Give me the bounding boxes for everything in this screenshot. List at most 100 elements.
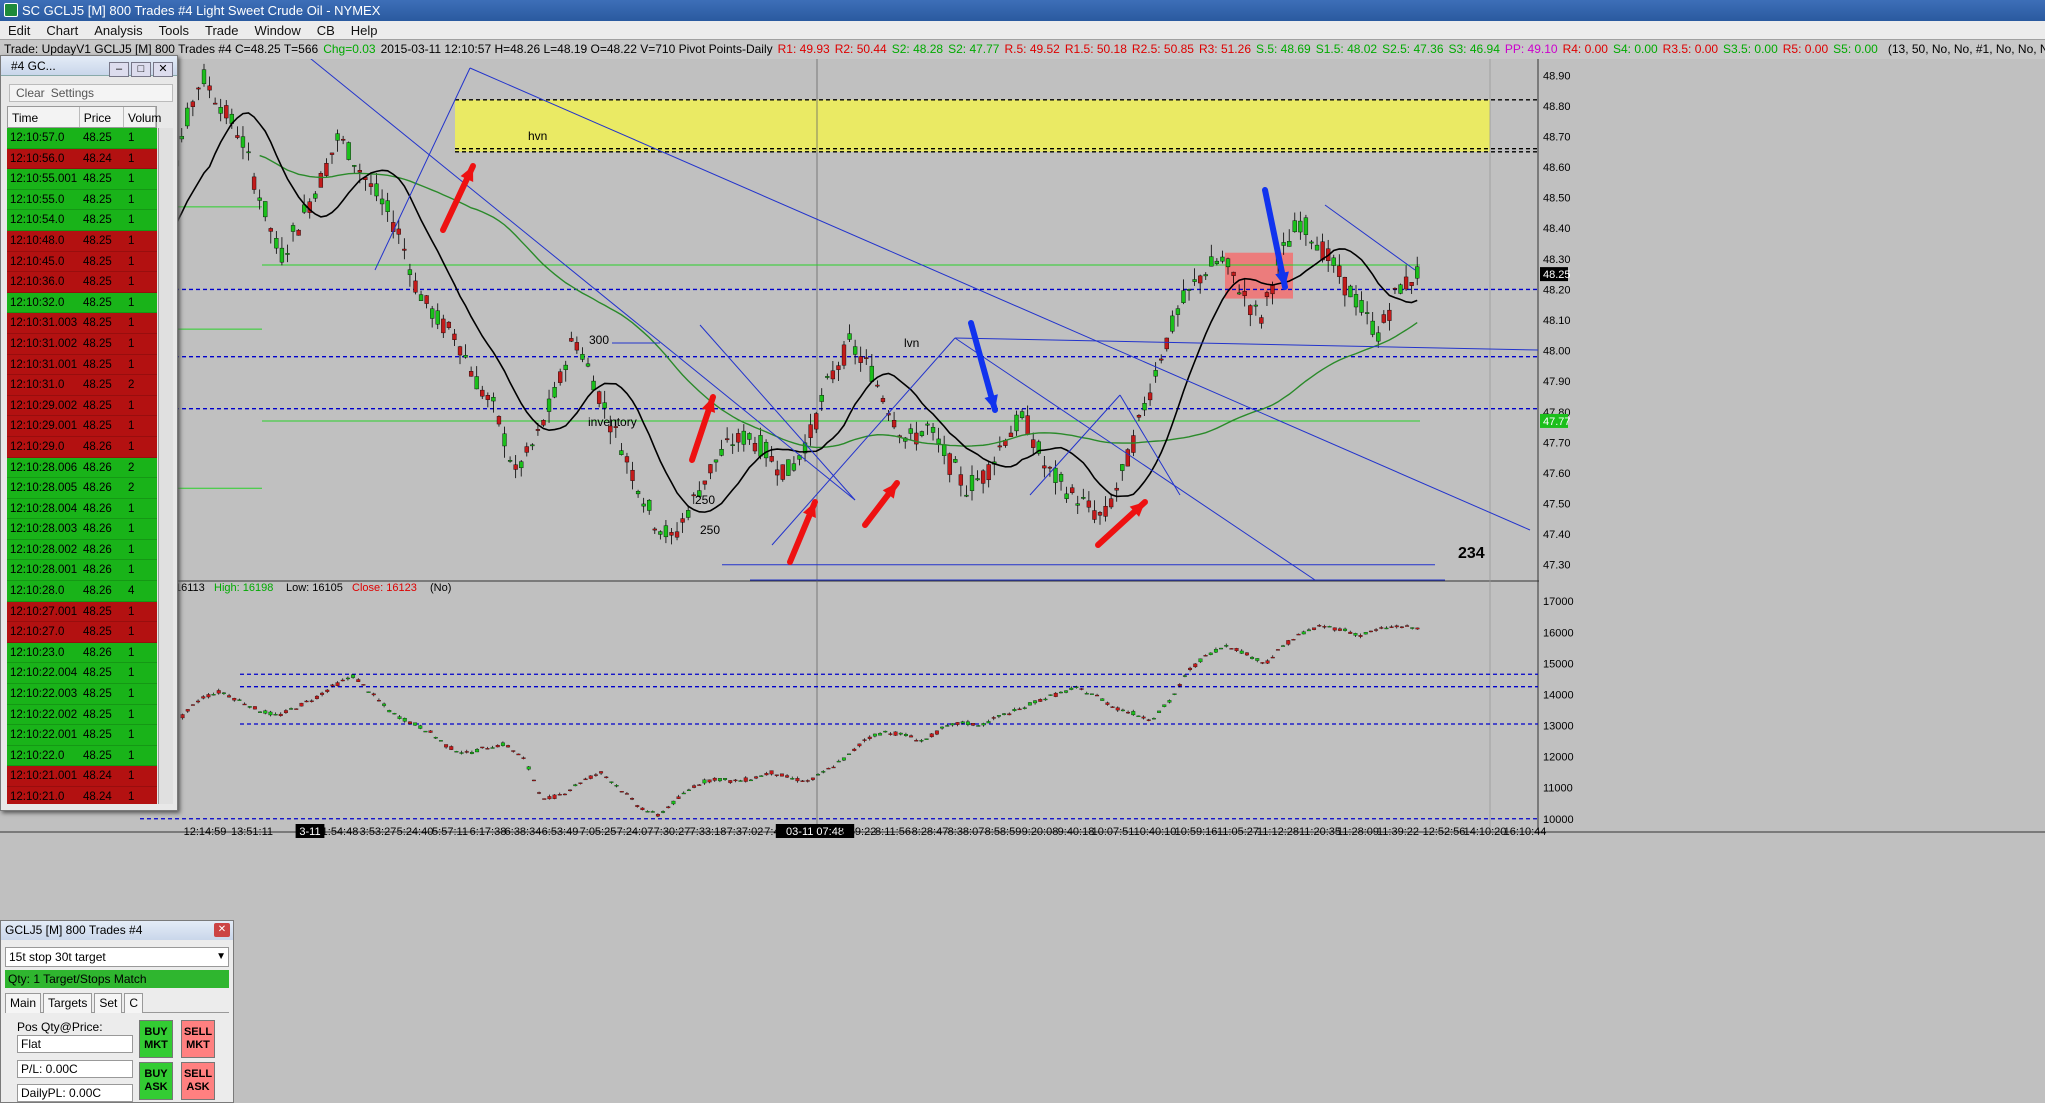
table-row[interactable]: 12:10:28.004 48.26 1 bbox=[7, 498, 157, 520]
table-row[interactable]: 12:10:27.001 48.25 1 bbox=[7, 601, 157, 623]
candle-body bbox=[1108, 498, 1114, 508]
table-row[interactable]: 12:10:45.0 48.25 1 bbox=[7, 251, 157, 273]
lower-candle-body bbox=[867, 736, 872, 739]
settings-button[interactable]: Settings bbox=[51, 86, 94, 100]
menu-chart[interactable]: Chart bbox=[38, 21, 86, 40]
trade-window-titlebar[interactable]: GCLJ5 [M] 800 Trades #4 ✕ bbox=[1, 921, 233, 940]
table-row[interactable]: 12:10:56.0 48.24 1 bbox=[7, 148, 157, 170]
cell-price: 48.25 bbox=[83, 337, 112, 350]
table-row[interactable]: 12:10:22.001 48.25 1 bbox=[7, 725, 157, 746]
lower-candle-body bbox=[1157, 710, 1162, 713]
column-time[interactable]: Time bbox=[8, 107, 80, 127]
lower-candle-body bbox=[1379, 627, 1384, 629]
table-row[interactable]: 12:10:22.003 48.25 1 bbox=[7, 684, 157, 705]
candle-body bbox=[379, 198, 385, 205]
candle-body bbox=[524, 446, 529, 453]
table-row[interactable]: 12:10:31.003 48.25 1 bbox=[7, 313, 157, 334]
buy-market-button[interactable]: BUY MKT bbox=[139, 1020, 173, 1058]
table-row[interactable]: 12:10:28.006 48.26 2 bbox=[7, 457, 157, 479]
trade-window[interactable]: GCLJ5 [M] 800 Trades #4 ✕ 15t stop 30t t… bbox=[0, 920, 234, 1103]
candle-body bbox=[964, 494, 969, 497]
candle-body bbox=[1331, 257, 1336, 266]
table-row[interactable]: 12:10:55.0 48.25 1 bbox=[7, 189, 157, 211]
cell-volume: 1 bbox=[128, 234, 135, 247]
table-row[interactable]: 12:10:31.001 48.25 1 bbox=[7, 354, 157, 376]
cell-price: 48.25 bbox=[83, 667, 112, 680]
table-row[interactable]: 12:10:21.001 48.24 1 bbox=[7, 766, 157, 787]
table-row[interactable]: 12:10:29.001 48.25 1 bbox=[7, 416, 157, 437]
menu-analysis[interactable]: Analysis bbox=[86, 21, 150, 40]
sell-ask-button[interactable]: SELL ASK bbox=[181, 1062, 215, 1100]
table-row[interactable]: 12:10:31.002 48.25 1 bbox=[7, 333, 157, 355]
table-row[interactable]: 12:10:36.0 48.25 1 bbox=[7, 272, 157, 293]
candle-body bbox=[558, 371, 563, 383]
lower-tick-label: 10000 bbox=[1543, 814, 1574, 826]
lower-candle-body bbox=[723, 778, 728, 780]
time-sales-titlebar[interactable]: #4 GC... – □ ✕ bbox=[1, 56, 177, 77]
candle-body bbox=[1292, 220, 1297, 233]
sell-market-button[interactable]: SELL MKT bbox=[181, 1020, 215, 1058]
menu-edit[interactable]: Edit bbox=[0, 21, 38, 40]
cell-time: 12:10:56.0 bbox=[10, 152, 65, 165]
maximize-icon[interactable]: □ bbox=[131, 62, 151, 77]
table-row[interactable]: 12:10:28.0 48.26 4 bbox=[7, 581, 157, 602]
table-row[interactable]: 12:10:54.0 48.25 1 bbox=[7, 210, 157, 231]
table-row[interactable]: 12:10:28.002 48.26 1 bbox=[7, 539, 157, 561]
minimize-icon[interactable]: – bbox=[109, 62, 129, 77]
table-row[interactable]: 12:10:22.002 48.25 1 bbox=[7, 704, 157, 726]
chevron-down-icon[interactable]: ▼ bbox=[216, 948, 226, 966]
close-icon[interactable]: ✕ bbox=[214, 923, 230, 937]
tab-main[interactable]: Main bbox=[5, 993, 42, 1013]
tab-c[interactable]: C bbox=[124, 993, 144, 1013]
table-row[interactable]: 12:10:27.0 48.25 1 bbox=[7, 622, 157, 643]
lower-candle-body bbox=[1327, 626, 1332, 628]
table-row[interactable]: 12:10:32.0 48.25 1 bbox=[7, 292, 157, 314]
candle-body bbox=[1120, 464, 1125, 471]
table-row[interactable]: 12:10:29.002 48.25 1 bbox=[7, 395, 157, 417]
table-row[interactable]: 12:10:31.0 48.25 2 bbox=[7, 375, 157, 396]
table-row[interactable]: 12:10:22.004 48.25 1 bbox=[7, 663, 157, 685]
lower-candle-body bbox=[1069, 687, 1074, 690]
candle-body bbox=[674, 531, 680, 538]
candle-body bbox=[975, 478, 980, 481]
scrollbar[interactable] bbox=[158, 128, 173, 804]
table-row[interactable]: 12:10:22.0 48.25 1 bbox=[7, 745, 157, 767]
candle-body bbox=[385, 200, 390, 212]
cell-price: 48.24 bbox=[83, 791, 112, 803]
menu-window[interactable]: Window bbox=[246, 21, 308, 40]
candle-body bbox=[274, 238, 279, 249]
menu-trade[interactable]: Trade bbox=[197, 21, 246, 40]
clear-button[interactable]: Clear bbox=[16, 86, 45, 100]
table-row[interactable]: 12:10:21.0 48.24 1 bbox=[7, 787, 157, 804]
buy-ask-button[interactable]: BUY ASK bbox=[139, 1062, 173, 1100]
tab-targets[interactable]: Targets bbox=[43, 993, 93, 1013]
strategy-select[interactable]: 15t stop 30t target ▼ bbox=[5, 947, 229, 967]
lower-candle-body bbox=[552, 794, 557, 799]
table-row[interactable]: 12:10:28.001 48.26 1 bbox=[7, 560, 157, 582]
column-price[interactable]: Price bbox=[80, 107, 124, 127]
close-icon[interactable]: ✕ bbox=[153, 62, 173, 77]
chart-canvas[interactable]: hvn lvn 300 inventory 250 250 234 48.90 48.80 48.… bbox=[0, 40, 2045, 1103]
lower-candle-body bbox=[1410, 627, 1415, 629]
table-row[interactable]: 12:10:48.0 48.25 1 bbox=[7, 230, 157, 252]
lower-candle-body bbox=[1053, 692, 1058, 697]
position-field: Flat bbox=[17, 1035, 133, 1053]
price-chart-area[interactable]: hvn lvn 300 inventory 250 250 234 48.90 48.80 48.… bbox=[0, 40, 2045, 1103]
column-volume[interactable]: Volum bbox=[124, 107, 161, 127]
table-row[interactable]: 12:10:55.001 48.25 1 bbox=[7, 169, 157, 190]
price-tick-label: 47.40 bbox=[1543, 529, 1571, 541]
lower-candle-body bbox=[345, 677, 350, 680]
time-and-sales-window[interactable]: #4 GC... – □ ✕ Clear Settings Time Price Vo… bbox=[0, 55, 178, 811]
title-bar[interactable]: SC GCLJ5 [M] 800 Trades #4 Light Sweet C… bbox=[0, 0, 2045, 21]
table-row[interactable]: 12:10:29.0 48.26 1 bbox=[7, 436, 157, 458]
menu-tools[interactable]: Tools bbox=[151, 21, 197, 40]
table-row[interactable]: 12:10:28.003 48.26 1 bbox=[7, 519, 157, 540]
table-row[interactable]: 12:10:28.005 48.26 2 bbox=[7, 478, 157, 499]
table-row[interactable]: 12:10:23.0 48.26 1 bbox=[7, 642, 157, 664]
tab-set[interactable]: Set bbox=[94, 993, 123, 1013]
menu-help[interactable]: Help bbox=[343, 21, 386, 40]
table-row[interactable]: 12:10:57.0 48.25 1 bbox=[7, 128, 157, 149]
menu-cb[interactable]: CB bbox=[309, 21, 343, 40]
lower-candle-body bbox=[692, 785, 697, 788]
candle-body bbox=[702, 480, 708, 485]
